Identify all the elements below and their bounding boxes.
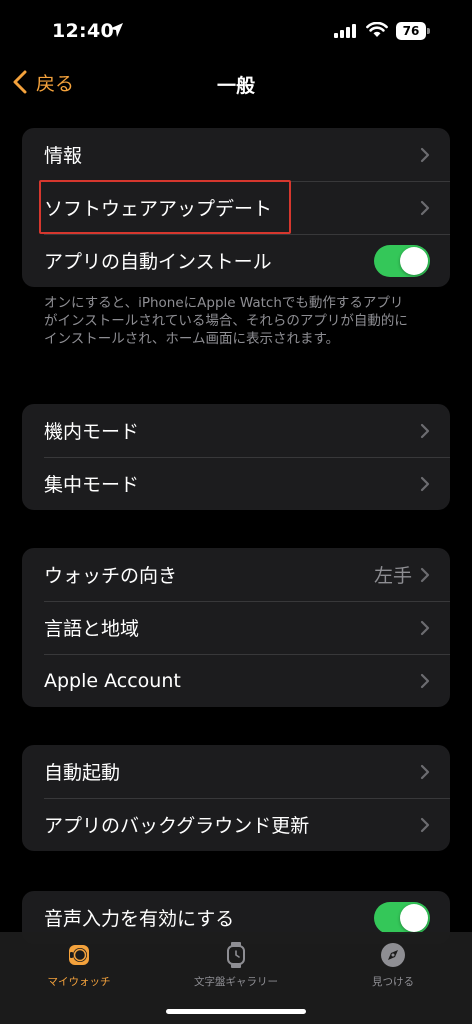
row-background-refresh[interactable]: アプリのバックグラウンド更新 [22,798,450,851]
battery-level: 76 [396,22,426,40]
chevron-right-icon [420,147,430,162]
chevron-right-icon [420,567,430,582]
row-watch-orientation[interactable]: ウォッチの向き 左手 [22,548,450,601]
dictation-toggle[interactable] [374,901,430,934]
row-label: 音声入力を有効にする [44,908,235,930]
row-apple-account[interactable]: Apple Account [22,654,450,707]
status-bar: 12:40 76 [0,0,472,62]
chevron-right-icon [420,423,430,438]
battery-icon: 76 [396,22,430,40]
location-arrow-icon [109,23,123,37]
tab-label: 文字盤ギャラリー [194,976,278,988]
tab-discover[interactable]: 見つける [318,940,468,989]
row-about[interactable]: 情報 [22,128,450,181]
row-focus-mode[interactable]: 集中モード [22,457,450,510]
chevron-right-icon [420,476,430,491]
chevron-right-icon [420,673,430,688]
tab-face-gallery[interactable]: 文字盤ギャラリー [161,940,311,989]
row-label: 言語と地域 [44,618,140,640]
row-label: ウォッチの向き [44,565,178,587]
row-label: 自動起動 [44,762,121,784]
row-airplane-mode[interactable]: 機内モード [22,404,450,457]
tab-label: 見つける [372,976,414,988]
nav-bar: 戻る 一般 [0,60,472,104]
settings-group-region: ウォッチの向き 左手 言語と地域 Apple Account [22,548,450,707]
row-label: 機内モード [44,421,140,443]
auto-install-footnote: オンにすると、iPhoneにApple Watchでも動作するアプリがインストー… [44,295,408,347]
row-label: Apple Account [44,669,181,692]
row-label: アプリの自動インストール [44,251,272,273]
cellular-signal-icon [334,24,356,38]
chevron-right-icon [420,200,430,215]
status-time: 12:40 [52,20,114,42]
chevron-right-icon [420,620,430,635]
wifi-icon [366,22,388,37]
chevron-right-icon [420,817,430,832]
settings-group-modes: 機内モード 集中モード [22,404,450,510]
tab-label: マイウォッチ [47,976,111,988]
compass-icon [381,943,405,967]
row-label: 情報 [44,145,83,167]
highlight-annotation [39,180,291,234]
home-indicator[interactable] [166,1009,306,1014]
page-title: 一般 [216,75,255,97]
row-auto-launch[interactable]: 自動起動 [22,745,450,798]
row-label: 集中モード [44,474,140,496]
row-auto-install-apps: アプリの自動インストール [22,234,450,287]
settings-group-background: 自動起動 アプリのバックグラウンド更新 [22,745,450,851]
row-language-region[interactable]: 言語と地域 [22,601,450,654]
tab-my-watch[interactable]: マイウォッチ [4,940,154,989]
watch-face-icon [69,945,89,965]
row-label: アプリのバックグラウンド更新 [44,815,310,837]
row-value: 左手 [373,565,412,587]
auto-install-toggle[interactable] [374,244,430,277]
watch-icon [227,942,245,968]
chevron-right-icon [420,764,430,779]
